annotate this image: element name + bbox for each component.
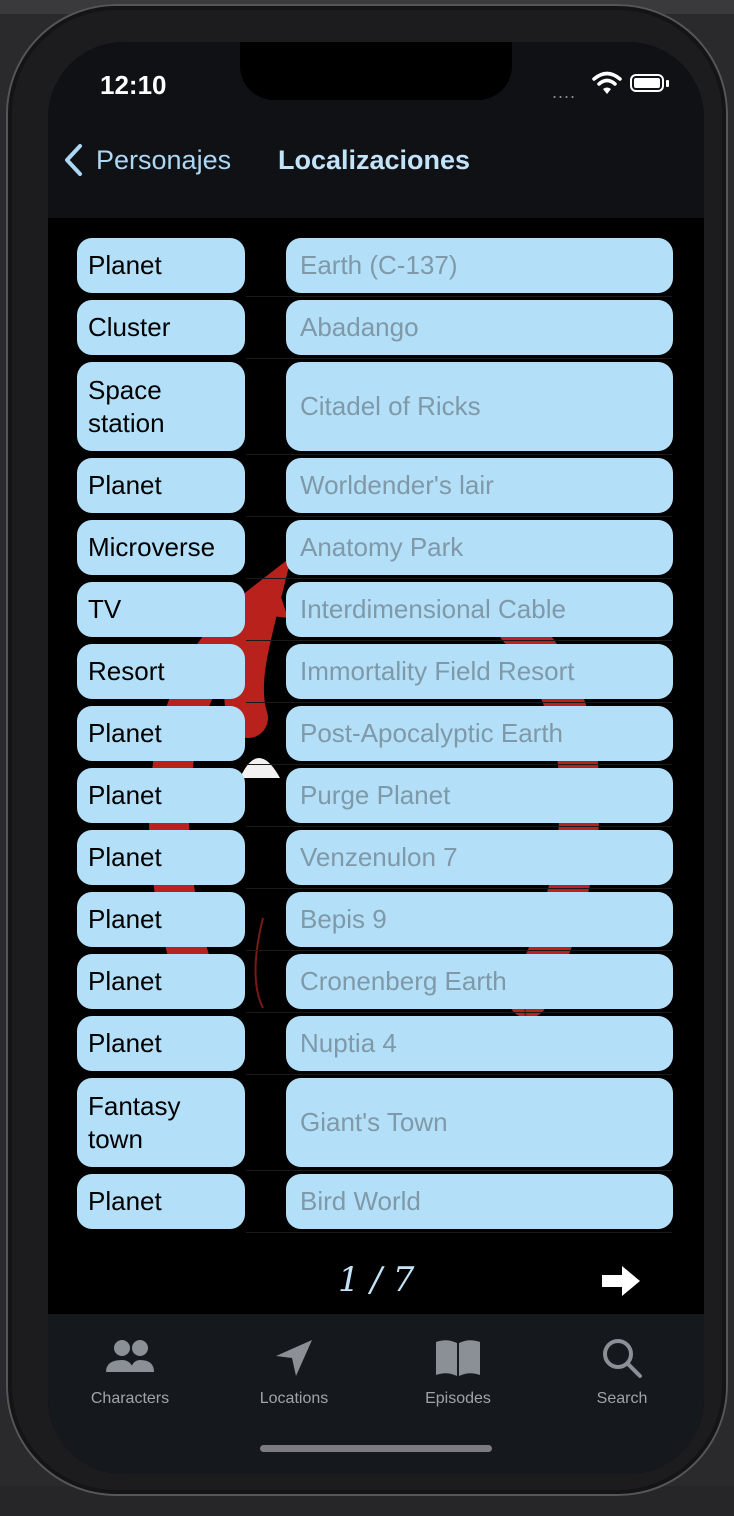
battery-icon xyxy=(630,74,664,92)
location-type-chip: Fantasy town xyxy=(77,1078,245,1167)
status-time: 12:10 xyxy=(100,70,167,100)
location-name-chip: Venzenulon 7 xyxy=(286,830,673,885)
row-divider xyxy=(246,640,672,641)
notch xyxy=(240,42,512,100)
location-name-chip: Bird World xyxy=(286,1174,673,1229)
location-type-chip: Cluster xyxy=(77,300,245,355)
location-name-chip: Anatomy Park xyxy=(286,520,673,575)
location-type-chip: Planet xyxy=(77,1174,245,1229)
location-row[interactable]: Planet Purge Planet xyxy=(48,768,704,827)
location-row[interactable]: Planet Earth (C-137) xyxy=(48,238,704,297)
row-divider xyxy=(246,888,672,889)
row-divider xyxy=(246,454,672,455)
book-icon xyxy=(436,1340,480,1376)
location-row[interactable]: Fantasy town Giant's Town xyxy=(48,1078,704,1171)
location-name-chip: Interdimensional Cable xyxy=(286,582,673,637)
row-divider xyxy=(246,1170,672,1171)
location-row[interactable]: Planet Bird World xyxy=(48,1174,704,1233)
location-row[interactable]: Resort Immortality Field Resort xyxy=(48,644,704,703)
location-list-area[interactable]: Planet Earth (C-137) Cluster Abadango Space … xyxy=(48,218,704,1246)
chevron-left-icon xyxy=(65,144,82,176)
location-type-chip: Planet xyxy=(77,458,245,513)
row-divider xyxy=(246,1012,672,1013)
signal-icon: .... xyxy=(552,82,577,102)
location-row[interactable]: Planet Venzenulon 7 xyxy=(48,830,704,889)
status-icons: .... xyxy=(552,70,672,102)
row-divider xyxy=(246,516,672,517)
location-name-chip: Nuptia 4 xyxy=(286,1016,673,1071)
location-row[interactable]: TV Interdimensional Cable xyxy=(48,582,704,641)
tab-label: Locations xyxy=(259,1390,329,1407)
people-icon xyxy=(106,1340,154,1372)
location-row[interactable]: Planet Bepis 9 xyxy=(48,892,704,951)
location-row[interactable]: Planet Worldender's lair xyxy=(48,458,704,517)
location-type-chip: Planet xyxy=(77,706,245,761)
location-name-chip: Cronenberg Earth xyxy=(286,954,673,1009)
phone-frame: Personajes Localizaciones 12:10 .... Pla… xyxy=(6,4,728,1496)
location-row[interactable]: Space station Citadel of Ricks xyxy=(48,362,704,455)
row-divider xyxy=(246,826,672,827)
location-type-chip: Resort xyxy=(77,644,245,699)
location-type-chip: Planet xyxy=(77,954,245,1009)
location-name-chip: Immortality Field Resort xyxy=(286,644,673,699)
back-button[interactable]: Personajes xyxy=(62,142,231,178)
location-type-chip: Planet xyxy=(77,768,245,823)
location-row[interactable]: Microverse Anatomy Park xyxy=(48,520,704,579)
location-arrow-icon xyxy=(276,1340,312,1376)
row-divider xyxy=(246,358,672,359)
tab-search[interactable]: Search xyxy=(542,1336,702,1408)
home-indicator[interactable] xyxy=(260,1445,492,1452)
location-type-chip: Planet xyxy=(77,830,245,885)
tab-locations[interactable]: Locations xyxy=(214,1336,374,1408)
tab-characters[interactable]: Characters xyxy=(50,1336,210,1408)
location-row[interactable]: Cluster Abadango xyxy=(48,300,704,359)
location-name-chip: Abadango xyxy=(286,300,673,355)
location-name-chip: Worldender's lair xyxy=(286,458,673,513)
row-divider xyxy=(246,578,672,579)
location-type-chip: Planet xyxy=(77,892,245,947)
row-divider xyxy=(246,1232,672,1233)
tab-label: Episodes xyxy=(425,1390,491,1407)
location-type-chip: Space station xyxy=(77,362,245,451)
arrow-right-icon[interactable] xyxy=(600,1264,642,1298)
location-row[interactable]: Planet Nuptia 4 xyxy=(48,1016,704,1075)
tab-label: Characters xyxy=(90,1390,170,1407)
location-type-chip: Planet xyxy=(77,1016,245,1071)
row-divider xyxy=(246,764,672,765)
tab-bar: Characters Locations Episodes Search xyxy=(48,1314,704,1474)
location-name-chip: Citadel of Ricks xyxy=(286,362,673,451)
page-indicator: 1 / 7 xyxy=(338,1260,415,1300)
location-type-chip: TV xyxy=(77,582,245,637)
location-name-chip: Bepis 9 xyxy=(286,892,673,947)
location-name-chip: Giant's Town xyxy=(286,1078,673,1167)
row-divider xyxy=(246,702,672,703)
row-divider xyxy=(246,1074,672,1075)
row-divider xyxy=(246,950,672,951)
location-type-chip: Microverse xyxy=(77,520,245,575)
pager: 1 / 7 xyxy=(48,1246,704,1314)
magnifier-icon xyxy=(603,1339,642,1378)
tab-episodes[interactable]: Episodes xyxy=(378,1336,538,1408)
location-row[interactable]: Planet Cronenberg Earth xyxy=(48,954,704,1013)
location-row[interactable]: Planet Post-Apocalyptic Earth xyxy=(48,706,704,765)
location-name-chip: Purge Planet xyxy=(286,768,673,823)
screen: Personajes Localizaciones 12:10 .... Pla… xyxy=(48,42,704,1474)
battery-cap xyxy=(666,80,669,87)
location-list: Planet Earth (C-137) Cluster Abadango Space … xyxy=(48,238,704,1236)
back-button-label: Personajes xyxy=(96,144,232,175)
wifi-icon xyxy=(592,71,622,94)
tab-label: Search xyxy=(596,1390,648,1407)
location-type-chip: Planet xyxy=(77,238,245,293)
location-name-chip: Earth (C-137) xyxy=(286,238,673,293)
page-title: Localizaciones xyxy=(278,145,471,175)
row-divider xyxy=(246,296,672,297)
location-name-chip: Post-Apocalyptic Earth xyxy=(286,706,673,761)
